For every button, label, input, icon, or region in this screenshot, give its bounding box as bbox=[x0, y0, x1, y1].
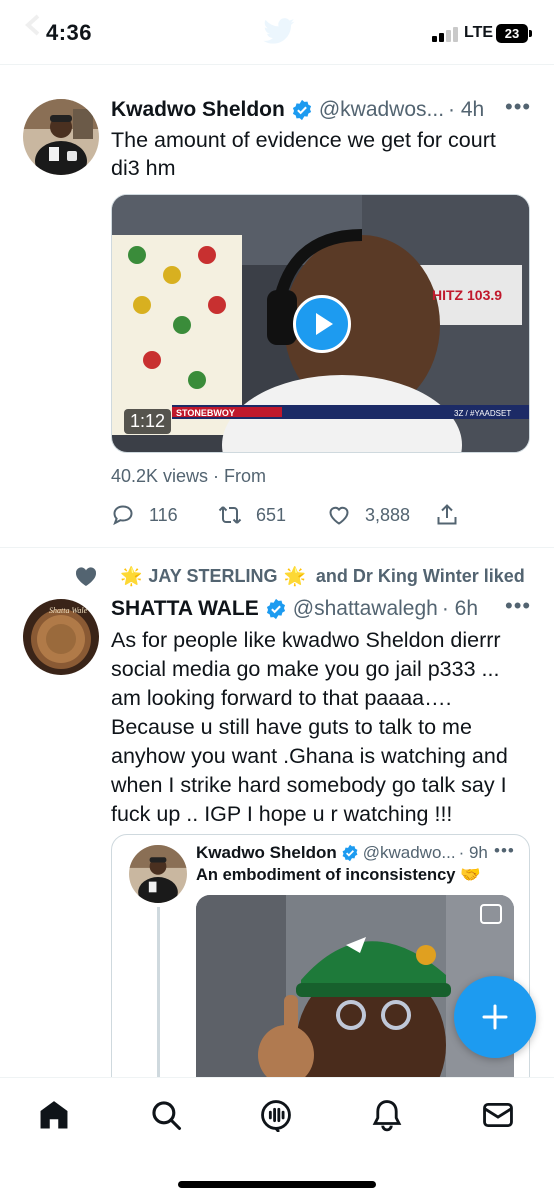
avatar[interactable] bbox=[23, 99, 99, 175]
plus-icon bbox=[482, 1004, 508, 1030]
spaces-icon[interactable] bbox=[259, 1098, 293, 1132]
sparkle-emoji: 🌟 bbox=[120, 565, 143, 586]
video-station-logo: HITZ 103.9 bbox=[432, 287, 502, 303]
reply-button[interactable]: 116 bbox=[111, 503, 178, 527]
divider bbox=[0, 64, 554, 65]
verified-badge-icon bbox=[342, 844, 358, 862]
faded-back-icon bbox=[25, 14, 40, 36]
like-count: 3,888 bbox=[365, 504, 411, 525]
svg-text:Shatta Wale: Shatta Wale bbox=[49, 606, 88, 615]
video-banner-tag: 3Z / #YAADSET bbox=[454, 409, 511, 418]
quote-avatar[interactable] bbox=[129, 845, 187, 903]
tweet-text-line: di3 hm bbox=[111, 156, 176, 180]
tweet-text-line: when I strike hard somebody go talk say … bbox=[111, 773, 507, 797]
tweet-header: SHATTA WALE @shattawalegh · 6h bbox=[111, 597, 478, 621]
tweet-time[interactable]: · 4h bbox=[448, 98, 484, 122]
quote-text: An embodiment of inconsistency 🤝 bbox=[196, 866, 481, 884]
video-duration: 1:12 bbox=[124, 409, 172, 434]
tweet-text: As for people like kwadwo Sheldon dierrr… bbox=[111, 626, 508, 829]
play-button[interactable] bbox=[293, 295, 351, 353]
verified-badge-icon bbox=[292, 99, 311, 121]
tweet-text-line: The amount of evidence we get for court bbox=[111, 128, 496, 152]
social-context: 🌟 JAY STERLING 🌟 and Dr King Winter like… bbox=[74, 565, 525, 587]
status-time: 4:36 bbox=[46, 20, 93, 45]
more-icon[interactable]: ••• bbox=[505, 94, 531, 120]
tweet-header: Kwadwo Sheldon @kwadwos... · 4h bbox=[111, 98, 484, 122]
twitter-logo-icon bbox=[263, 18, 295, 44]
social-context-text: and Dr King Winter liked bbox=[315, 565, 525, 586]
quote-author-name: Kwadwo Sheldon bbox=[196, 843, 337, 862]
play-icon bbox=[316, 313, 333, 335]
network-type: LTE bbox=[464, 24, 494, 41]
author-name[interactable]: SHATTA WALE bbox=[111, 597, 259, 621]
more-icon[interactable]: ••• bbox=[494, 841, 515, 861]
tweet-text-line: fuck up .. IGP I hope u r watching !!! bbox=[111, 802, 453, 826]
tweet-text-line: As for people like kwadwo Sheldon dierrr bbox=[111, 628, 501, 652]
thread-line bbox=[157, 907, 160, 1093]
battery-nub bbox=[529, 30, 532, 37]
avatar[interactable]: Shatta Wale bbox=[23, 599, 99, 675]
author-handle[interactable]: @kwadwos... bbox=[319, 98, 444, 122]
reply-count: 116 bbox=[149, 504, 178, 525]
signal-strength-icon bbox=[432, 26, 458, 42]
like-button[interactable]: 3,888 bbox=[327, 503, 410, 527]
compose-tweet-button[interactable] bbox=[454, 976, 536, 1058]
share-button[interactable] bbox=[435, 503, 459, 527]
tweet-text-line: Because u still have guts to talk to me bbox=[111, 715, 472, 739]
messages-icon[interactable] bbox=[481, 1098, 515, 1132]
verified-badge-icon bbox=[266, 598, 285, 620]
quote-author-handle: @kwadwo... bbox=[362, 843, 456, 862]
retweet-icon bbox=[218, 506, 242, 524]
battery-indicator: 23 bbox=[496, 24, 528, 43]
tweet-text-line: anyhow you want .Ghana is watching and bbox=[111, 744, 508, 768]
quoted-tweet[interactable]: Kwadwo Sheldon @kwadwo... · 9h ••• An em… bbox=[111, 834, 530, 1094]
quote-header: Kwadwo Sheldon @kwadwo... · 9h bbox=[196, 843, 488, 863]
retweet-button[interactable]: 651 bbox=[218, 503, 286, 527]
tweet-text-line: social media go make you go jail p333 ..… bbox=[111, 657, 500, 681]
heart-icon bbox=[329, 506, 349, 525]
tweet-text-line: am looking forward to that paaaa…. bbox=[111, 686, 452, 710]
video-player[interactable]: STONEBWOY 3Z / #YAADSET HITZ 103.9 1:12 bbox=[111, 194, 530, 453]
tweet-text: The amount of evidence we get for court … bbox=[111, 126, 496, 182]
liked-heart-icon bbox=[75, 567, 97, 586]
retweet-count: 651 bbox=[256, 504, 287, 525]
search-icon[interactable] bbox=[149, 1098, 183, 1132]
author-name[interactable]: Kwadwo Sheldon bbox=[111, 98, 285, 122]
home-indicator bbox=[178, 1181, 376, 1188]
quote-time: · 9h bbox=[458, 843, 488, 862]
tweet-time[interactable]: · 6h bbox=[442, 597, 478, 621]
divider bbox=[0, 547, 554, 548]
author-handle[interactable]: @shattawalegh bbox=[293, 597, 438, 621]
views-meta: 40.2K views · From bbox=[111, 466, 267, 486]
sparkle-emoji: 🌟 bbox=[283, 565, 306, 586]
more-icon[interactable]: ••• bbox=[505, 593, 531, 619]
share-icon bbox=[437, 504, 457, 525]
social-context-name[interactable]: JAY STERLING bbox=[148, 566, 277, 587]
home-icon[interactable] bbox=[37, 1098, 71, 1132]
status-bar: 4:36 LTE 23 bbox=[0, 0, 554, 66]
video-banner-text: STONEBWOY bbox=[176, 408, 235, 418]
notifications-icon[interactable] bbox=[370, 1098, 404, 1132]
reply-icon bbox=[113, 505, 133, 526]
